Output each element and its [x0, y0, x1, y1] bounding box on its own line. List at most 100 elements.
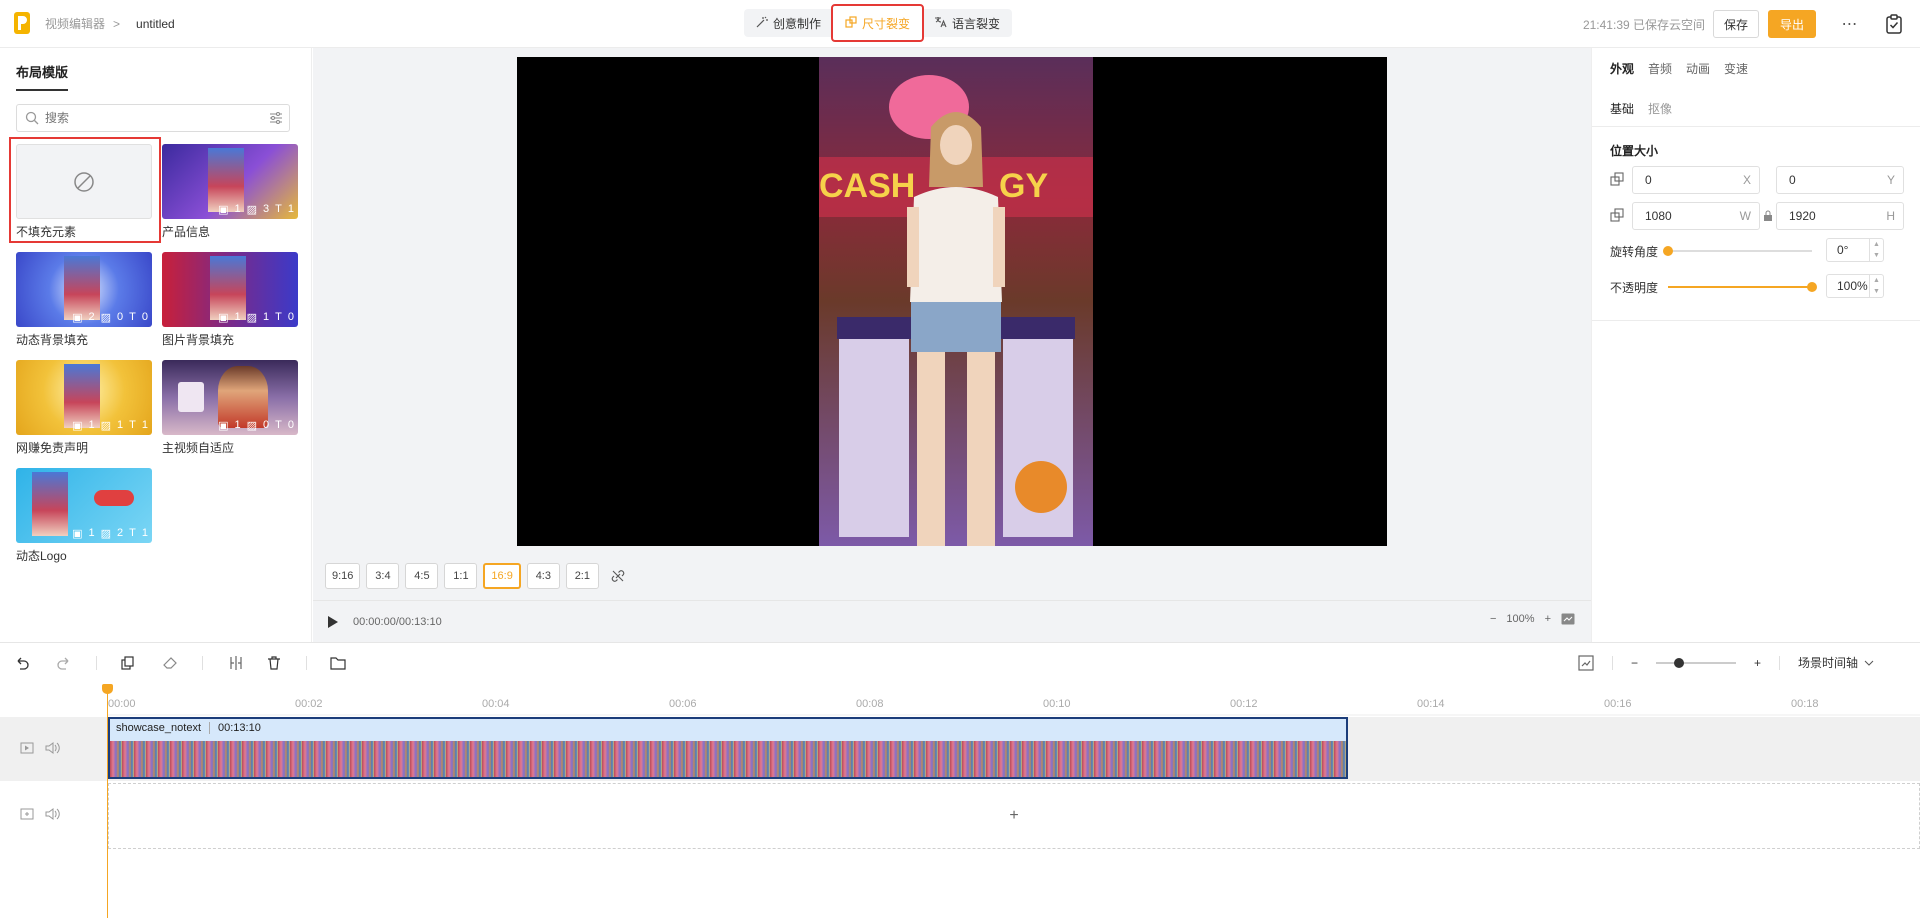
template-label: 动态Logo — [16, 549, 67, 563]
search-input[interactable] — [45, 111, 245, 125]
opacity-input[interactable]: 100% ▲ ▼ — [1826, 274, 1884, 298]
subtab-matting[interactable]: 抠像 — [1648, 100, 1672, 117]
opacity-slider[interactable] — [1668, 282, 1817, 292]
volume-icon[interactable] — [44, 741, 60, 755]
template-thumbnail: ▣ 1 ▨ 1 T1 — [16, 360, 152, 435]
timeline-zoom-handle[interactable] — [1673, 657, 1684, 668]
step-down-icon[interactable]: ▼ — [1873, 288, 1880, 295]
stepper-arrows[interactable]: ▲ ▼ — [1869, 239, 1883, 261]
image-count: 2 — [117, 527, 124, 539]
add-icon[interactable]: + — [1009, 807, 1018, 825]
zoom-in-button[interactable]: + — [1545, 613, 1551, 625]
unlink-icon[interactable] — [605, 563, 631, 589]
ratio-1-1[interactable]: 1:1 — [444, 563, 478, 589]
template-card-disclaimer[interactable]: ▣ 1 ▨ 1 T1 网赚免责声明 — [16, 360, 152, 456]
ratio-9-16[interactable]: 9:16 — [325, 563, 361, 589]
copy-icon[interactable] — [120, 655, 136, 671]
undo-icon[interactable] — [14, 655, 30, 671]
w-value: 1080 — [1645, 209, 1672, 223]
template-thumbnail: ▣ 1 ▨ 1 T0 — [162, 252, 298, 327]
element-counts: ▣ 1 ▨ 0 T0 — [218, 419, 294, 432]
video-frame[interactable]: CASH GY — [819, 57, 1093, 546]
image-count: 3 — [263, 203, 270, 215]
clip-name: showcase_notext — [116, 722, 201, 734]
rotation-input[interactable]: 0° ▲ ▼ — [1826, 238, 1884, 262]
mode-language[interactable]: 语言裂变 — [922, 9, 1012, 37]
property-tabs: 外观 音频 动画 变速 — [1610, 60, 1748, 77]
folder-icon[interactable] — [330, 655, 346, 671]
timeline-zoom-slider[interactable] — [1655, 657, 1736, 668]
position-y-field[interactable]: 0 Y — [1776, 166, 1904, 194]
lock-icon[interactable] — [1763, 210, 1773, 222]
mode-resize[interactable]: 尺寸裂变 — [831, 4, 925, 42]
timeline-view-select[interactable]: 场景时间轴 — [1798, 654, 1874, 671]
video-clip[interactable]: showcase_notext 00:13:10 — [108, 717, 1348, 779]
divider — [1592, 320, 1920, 321]
step-down-icon[interactable]: ▼ — [1873, 252, 1880, 259]
height-field[interactable]: 1920 H — [1776, 202, 1904, 230]
playhead[interactable] — [107, 684, 108, 918]
add-clip-dropzone[interactable]: + — [108, 783, 1920, 849]
video-count: 1 — [88, 419, 95, 431]
mode-creative[interactable]: 创意制作 — [744, 9, 833, 37]
video-count: 1 — [88, 527, 95, 539]
ratio-4-3[interactable]: 4:3 — [526, 563, 560, 589]
step-up-icon[interactable]: ▲ — [1873, 277, 1880, 284]
opacity-fill — [1668, 286, 1812, 288]
redo-icon[interactable] — [56, 655, 72, 671]
template-card-dynamic-logo[interactable]: ▣ 1 ▨ 2 T1 动态Logo — [16, 468, 152, 564]
project-title[interactable]: untitled — [136, 17, 175, 31]
properties-panel: 外观 音频 动画 变速 基础 抠像 位置大小 0 X 0 Y 1080 W 19… — [1591, 48, 1920, 642]
tab-audio[interactable]: 音频 — [1648, 60, 1672, 77]
timeline-zoom-in[interactable]: + — [1754, 656, 1761, 670]
element-counts: ▣ 1 ▨ 1 T0 — [218, 311, 294, 324]
ratio-16-9[interactable]: 16:9 — [483, 563, 521, 589]
aspect-ratio-bar: 9:16 3:4 4:5 1:1 16:9 4:3 2:1 — [325, 563, 631, 589]
auto-fit-icon[interactable] — [1578, 654, 1594, 671]
tab-animation[interactable]: 动画 — [1686, 60, 1710, 77]
ruler-label: 00:02 — [295, 698, 323, 710]
filter-icon[interactable] — [269, 111, 283, 125]
text-count: 0 — [141, 311, 148, 323]
stepper-arrows[interactable]: ▲ ▼ — [1869, 275, 1883, 297]
video-count-icon: ▣ — [218, 420, 229, 432]
template-card-product-info[interactable]: ▣ 1 ▨ 3 T1 产品信息 — [162, 144, 298, 240]
divider — [96, 656, 97, 670]
ratio-3-4[interactable]: 3:4 — [366, 563, 400, 589]
template-label: 主视频自适应 — [162, 441, 235, 455]
play-icon[interactable] — [327, 615, 339, 629]
rotation-handle[interactable] — [1663, 246, 1673, 256]
eraser-icon[interactable] — [162, 655, 178, 671]
ratio-4-5[interactable]: 4:5 — [405, 563, 439, 589]
delete-icon[interactable] — [266, 655, 282, 671]
template-card-dynamic-bg[interactable]: ▣ 2 ▨ 0 T0 动态背景填充 — [16, 252, 152, 348]
fit-screen-icon[interactable] — [1561, 613, 1575, 625]
tab-speed[interactable]: 变速 — [1724, 60, 1748, 77]
width-field[interactable]: 1080 W — [1632, 202, 1760, 230]
subtab-basic[interactable]: 基础 — [1610, 100, 1634, 117]
split-icon[interactable] — [228, 655, 244, 671]
tab-layout-templates[interactable]: 布局模版 — [16, 62, 69, 91]
export-button[interactable]: 导出 — [1768, 10, 1816, 38]
image-count: 1 — [263, 311, 270, 323]
element-counts: ▣ 1 ▨ 3 T1 — [218, 203, 294, 216]
zoom-out-button[interactable]: − — [1490, 613, 1496, 625]
template-thumbnail: ▣ 2 ▨ 0 T0 — [16, 252, 152, 327]
template-search[interactable] — [16, 104, 290, 132]
timeline-zoom-out[interactable]: − — [1631, 656, 1638, 670]
task-clipboard-icon[interactable] — [1884, 14, 1904, 34]
volume-icon[interactable] — [44, 807, 60, 821]
save-button[interactable]: 保存 — [1713, 10, 1759, 38]
template-card-image-bg[interactable]: ▣ 1 ▨ 1 T0 图片背景填充 — [162, 252, 298, 348]
more-icon[interactable]: ⋯ — [1840, 14, 1860, 34]
breadcrumb-parent[interactable]: 视频编辑器 — [45, 15, 105, 32]
position-x-field[interactable]: 0 X — [1632, 166, 1760, 194]
step-up-icon[interactable]: ▲ — [1873, 241, 1880, 248]
ratio-2-1[interactable]: 2:1 — [565, 563, 599, 589]
playhead-handle[interactable] — [102, 684, 113, 694]
rotation-slider[interactable] — [1663, 246, 1812, 256]
template-card-adaptive[interactable]: ▣ 1 ▨ 0 T0 主视频自适应 — [162, 360, 298, 456]
tab-appearance[interactable]: 外观 — [1610, 60, 1634, 77]
opacity-handle[interactable] — [1807, 282, 1817, 292]
clip-header: showcase_notext 00:13:10 — [116, 722, 261, 734]
